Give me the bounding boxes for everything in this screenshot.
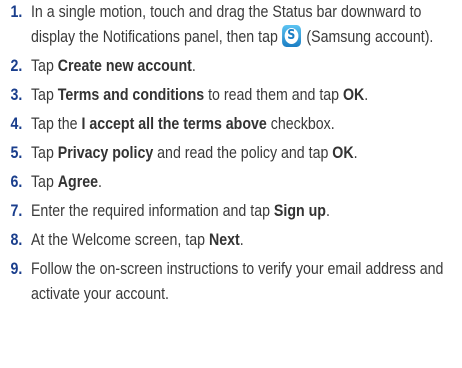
ui-term: Privacy policy — [57, 144, 154, 162]
ui-term: Terms and conditions — [57, 86, 205, 104]
step-4: 4. Tap the I accept all the terms above … — [0, 112, 461, 137]
step-number: 3. — [10, 86, 23, 104]
step-5: 5. Tap Privacy policy and read the polic… — [0, 141, 461, 166]
step-number: 6. — [10, 173, 23, 191]
ui-term: Agree — [57, 173, 99, 191]
ui-term: OK — [332, 144, 354, 162]
step-text: Follow the on-screen instructions to ver… — [30, 260, 444, 303]
samsung-account-icon: S — [281, 25, 301, 47]
step-text-suffix: (Samsung account). — [302, 28, 434, 46]
step-3: 3. Tap Terms and conditions to read them… — [0, 83, 461, 108]
step-1: 1. In a single motion, touch and drag th… — [0, 0, 461, 50]
step-6: 6. Tap Agree. — [0, 170, 461, 195]
step-number: 7. — [10, 202, 23, 220]
step-number: 4. — [10, 115, 23, 133]
step-number: 5. — [10, 144, 23, 162]
step-number: 2. — [10, 57, 23, 75]
step-2: 2. Tap Create new account. — [0, 54, 461, 79]
step-number: 9. — [10, 260, 23, 278]
ui-term: OK — [343, 86, 365, 104]
ui-term: I accept all the terms above — [81, 115, 267, 133]
step-7: 7. Enter the required information and ta… — [0, 199, 461, 224]
ui-term: Sign up — [273, 202, 326, 220]
ui-term: Create new account — [57, 57, 192, 75]
instruction-steps: 1. In a single motion, touch and drag th… — [0, 0, 462, 311]
step-9: 9. Follow the on-screen instructions to … — [0, 257, 461, 307]
ui-term: Next — [208, 231, 240, 249]
step-8: 8. At the Welcome screen, tap Next. — [0, 228, 461, 253]
step-number: 1. — [10, 3, 23, 21]
step-number: 8. — [10, 231, 23, 249]
